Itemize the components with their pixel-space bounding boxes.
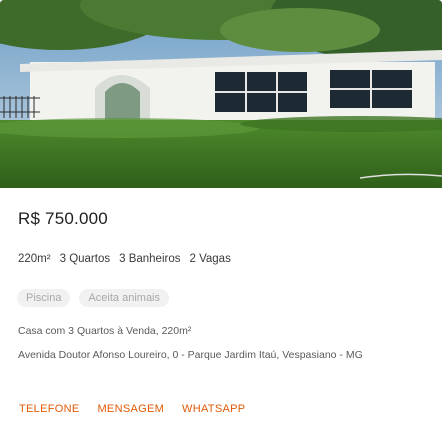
amenity-tag-pool: Piscina: [17, 289, 71, 307]
parking-feature: 2 Vagas: [189, 253, 231, 265]
area-feature: 220m²: [18, 253, 51, 265]
listing-card[interactable]: R$ 750.000 220m² 3 Quartos 3 Banheiros 2…: [0, 0, 442, 439]
amenity-tags: Piscina Aceita animais: [17, 289, 170, 307]
whatsapp-button[interactable]: WHATSAPP: [182, 403, 245, 415]
feature-list: 220m² 3 Quartos 3 Banheiros 2 Vagas: [18, 253, 231, 265]
message-button[interactable]: MENSAGEM: [97, 403, 164, 415]
amenity-tag-pets: Aceita animais: [79, 289, 170, 307]
listing-title[interactable]: Casa com 3 Quartos à Venda, 220m²: [18, 325, 191, 337]
contact-actions: TELEFONE MENSAGEM WHATSAPP: [19, 403, 245, 415]
property-photo[interactable]: [0, 0, 442, 188]
listing-price: R$ 750.000: [18, 209, 108, 228]
bathrooms-feature: 3 Banheiros: [119, 253, 181, 265]
listing-address: Avenida Doutor Afonso Loureiro, 0 - Parq…: [18, 349, 363, 361]
phone-button[interactable]: TELEFONE: [19, 403, 79, 415]
bedrooms-feature: 3 Quartos: [59, 253, 111, 265]
